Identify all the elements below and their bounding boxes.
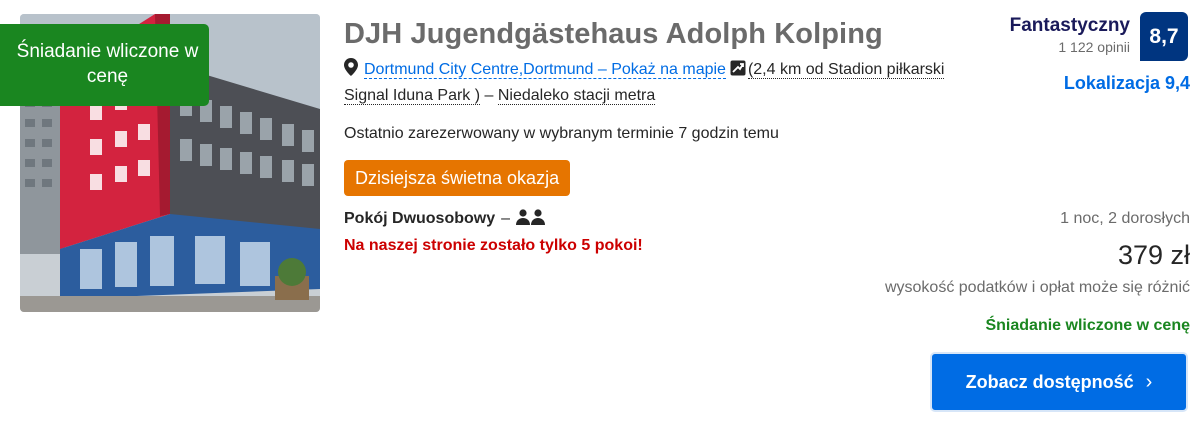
two-people-icon <box>516 209 546 225</box>
see-availability-button[interactable]: Zobacz dostępność › <box>930 352 1188 412</box>
map-view-icon[interactable] <box>730 60 746 76</box>
deal-badge: Dzisiejsza świetna okazja <box>344 160 571 196</box>
see-availability-label: Zobacz dostępność <box>965 371 1134 392</box>
map-pin-icon <box>344 58 358 76</box>
chevron-right-icon: › <box>1145 370 1153 393</box>
taxes-note: wysokość podatków i opłat może się różni… <box>884 279 1190 296</box>
stay-details: 1 noc, 2 dorosłych <box>1060 210 1190 227</box>
review-score-block[interactable]: Fantastyczny 1 122 opinii 8,7 <box>988 12 1188 62</box>
breakfast-included-ribbon: Śniadanie wliczone w cenę <box>0 24 209 106</box>
review-score-badge: 8,7 <box>1140 12 1188 61</box>
review-word: Fantastyczny <box>1009 15 1130 36</box>
breakfast-included-text: Śniadanie wliczone w cenę <box>985 317 1190 334</box>
room-dash: – <box>501 210 511 227</box>
property-card: Śniadanie wliczone w cenę DJH Jugendgäst… <box>0 0 1202 428</box>
metro-separator: – <box>480 87 498 104</box>
room-type: Pokój Dwuosobowy – <box>344 209 546 228</box>
recent-booking-text: Ostatnio zarezerwowany w wybranym termin… <box>344 125 779 142</box>
hotel-title[interactable]: DJH Jugendgästehaus Adolph Kolping <box>344 18 883 51</box>
location-line: Dortmund City Centre,Dortmund – Pokaż na… <box>344 57 954 109</box>
location-score: Lokalizacja 9,4 <box>1063 73 1190 93</box>
review-text: Fantastyczny 1 122 opinii <box>1010 14 1130 56</box>
show-on-map-link[interactable]: Dortmund City Centre,Dortmund – Pokaż na… <box>364 61 726 79</box>
metro-info: Niedaleko stacji metra <box>497 87 656 105</box>
price: 379 zł <box>1117 240 1190 270</box>
room-type-label: Pokój Dwuosobowy <box>344 210 496 227</box>
rooms-left-warning: Na naszej stronie zostało tylko 5 pokoi! <box>344 237 643 254</box>
review-count: 1 122 opinii <box>1058 39 1130 55</box>
